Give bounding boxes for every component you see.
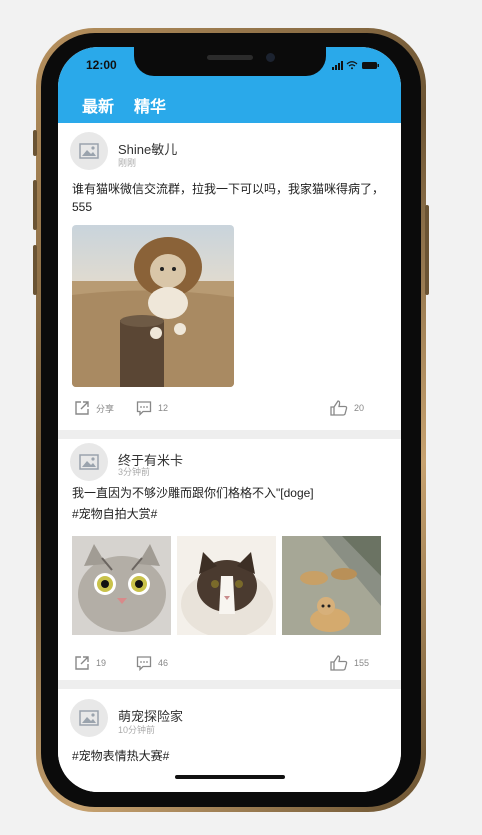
post-image-lion-cat[interactable] — [72, 225, 234, 387]
like-button[interactable]: 20 — [330, 400, 364, 416]
tab-featured[interactable]: 精华 — [134, 93, 166, 117]
image-placeholder-icon — [79, 143, 99, 159]
post-image-cat-2[interactable] — [177, 536, 276, 635]
share-icon — [75, 401, 89, 415]
divider — [58, 430, 401, 439]
image-placeholder-icon — [79, 710, 99, 726]
status-icons — [332, 61, 379, 70]
share-icon — [75, 656, 89, 670]
share-button[interactable]: 分享 — [74, 400, 114, 416]
app-screen: 12:00 最新 精华 Shine敏儿 刚刚 谁有猫咪微信交流群，拉我一下可以吗… — [58, 47, 401, 792]
post-image-cats-jumping[interactable] — [282, 536, 381, 635]
post-tag[interactable]: #宠物表情热大赛# — [72, 747, 390, 765]
post-tag[interactable]: #宠物自拍大赏# — [72, 505, 390, 523]
image-placeholder-icon — [79, 454, 99, 470]
comment-icon — [136, 401, 152, 416]
signal-icon — [332, 61, 343, 70]
comment-button[interactable]: 12 — [136, 400, 168, 416]
like-count: 155 — [354, 658, 370, 668]
comment-button[interactable]: 46 — [136, 655, 168, 671]
side-button-volume-up — [33, 180, 37, 230]
side-button-mute — [33, 130, 37, 156]
battery-icon — [362, 62, 379, 69]
comment-count: 46 — [158, 658, 169, 668]
front-camera — [266, 53, 275, 62]
avatar[interactable] — [70, 699, 108, 737]
wifi-icon — [346, 61, 358, 70]
avatar[interactable] — [70, 132, 108, 170]
post-time: 3分钟前 — [118, 467, 151, 477]
side-button-volume-down — [33, 245, 37, 295]
post-time: 刚刚 — [118, 158, 137, 168]
nav-tabs: 最新 精华 — [82, 93, 166, 117]
post-time: 10分钟前 — [118, 725, 156, 735]
post-card: Shine敏儿 刚刚 谁有猫咪微信交流群，拉我一下可以吗，我家猫咪得病了，555 — [58, 123, 401, 430]
like-count: 20 — [354, 403, 365, 413]
share-label: 分享 — [96, 403, 115, 414]
avatar[interactable] — [70, 443, 108, 481]
thumbs-up-icon — [330, 400, 348, 416]
notch — [134, 47, 326, 76]
share-count: 19 — [96, 658, 107, 668]
home-indicator[interactable] — [175, 775, 285, 779]
comment-count: 12 — [158, 403, 169, 413]
speaker-grille — [207, 55, 253, 60]
divider — [58, 680, 401, 689]
comment-icon — [136, 656, 152, 671]
side-button-power — [425, 205, 429, 295]
share-button[interactable]: 19 — [74, 655, 106, 671]
like-button[interactable]: 155 — [330, 655, 369, 671]
post-text: 我一直因为不够沙雕而跟你们格格不入"[doge] — [72, 486, 314, 500]
thumbs-up-icon — [330, 655, 348, 671]
status-time: 12:00 — [86, 58, 117, 72]
top-bar: 12:00 最新 精华 — [58, 47, 401, 123]
post-card: 终于有米卡 3分钟前 我一直因为不够沙雕而跟你们格格不入"[doge] #宠物自… — [58, 439, 401, 680]
post-text: 谁有猫咪微信交流群，拉我一下可以吗，我家猫咪得病了，555 — [72, 182, 385, 214]
post-image-cat-1[interactable] — [72, 536, 171, 635]
tab-latest[interactable]: 最新 — [82, 93, 114, 117]
